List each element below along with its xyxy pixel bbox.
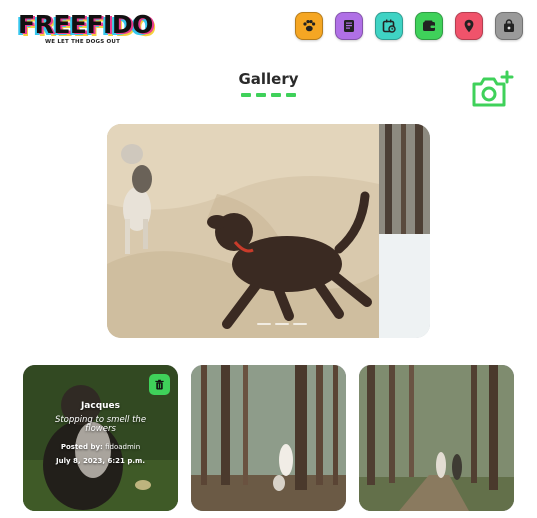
newspaper-icon[interactable] xyxy=(335,12,363,40)
title-underline xyxy=(0,93,537,97)
gallery-grid: Jacques Stopping to smell the flowers Po… xyxy=(23,365,514,511)
post-date: July 8, 2023, 6:21 p.m. xyxy=(55,457,145,465)
gallery-carousel[interactable] xyxy=(107,124,430,338)
dog-name: Jacques xyxy=(80,401,121,411)
page-heading: Gallery xyxy=(0,70,537,97)
card-photo xyxy=(191,365,346,511)
brand-name: FREEFIDO xyxy=(18,10,153,39)
location-pin-icon[interactable] xyxy=(455,12,483,40)
paw-icon[interactable] xyxy=(295,12,323,40)
add-photo-button[interactable] xyxy=(470,70,514,110)
wallet-icon[interactable] xyxy=(415,12,443,40)
carousel-indicator[interactable] xyxy=(257,323,271,325)
gallery-card[interactable]: Jacques Stopping to smell the flowers Po… xyxy=(23,365,178,511)
shopping-bag-icon[interactable] xyxy=(495,12,523,40)
brand-tagline: WE LET THE DOGS OUT xyxy=(45,39,121,45)
posted-by-user: fidoadmin xyxy=(105,443,141,451)
posted-by-label: Posted by: xyxy=(60,443,103,451)
carousel-slide-image xyxy=(107,124,379,338)
card-info: Jacques Stopping to smell the flowers Po… xyxy=(23,401,178,465)
gallery-card[interactable] xyxy=(191,365,346,511)
gallery-card[interactable] xyxy=(359,365,514,511)
card-photo xyxy=(359,365,514,511)
carousel-indicator[interactable] xyxy=(275,323,289,325)
trash-icon xyxy=(155,379,164,390)
carousel-indicator[interactable] xyxy=(293,323,307,325)
camera-plus-icon xyxy=(472,70,514,107)
delete-button[interactable] xyxy=(149,374,170,395)
carousel-indicators xyxy=(257,323,307,325)
posted-by: Posted by: fidoadmin xyxy=(23,443,178,451)
card-caption: Stopping to smell the flowers xyxy=(54,415,147,434)
freefido-logo[interactable]: FREEFIDO WE LET THE DOGS OUT xyxy=(18,10,153,50)
carousel-next-slide-image xyxy=(379,124,430,338)
page-title: Gallery xyxy=(238,70,299,88)
main-nav xyxy=(295,12,523,40)
calendar-icon[interactable] xyxy=(375,12,403,40)
